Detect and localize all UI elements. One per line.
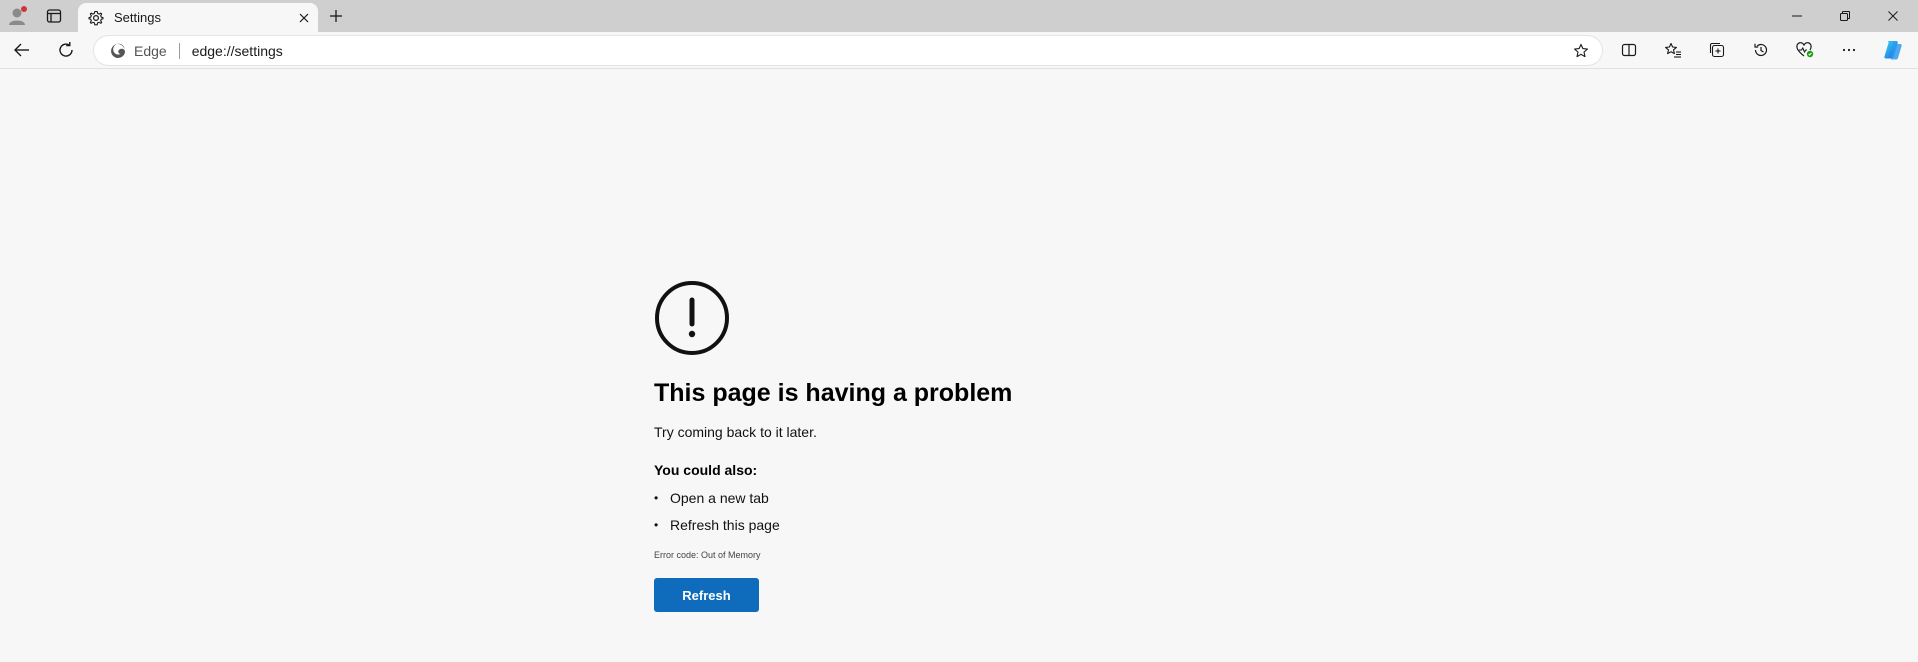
- settings-and-more-button[interactable]: [1832, 35, 1866, 65]
- collections-button[interactable]: [1700, 35, 1734, 65]
- tab-strip: Settings: [0, 0, 1918, 32]
- arrow-left-icon: [14, 43, 29, 57]
- favorites-list-icon: [1665, 42, 1681, 58]
- suggestions-heading: You could also:: [654, 462, 758, 478]
- error-subtitle: Try coming back to it later.: [654, 424, 817, 440]
- address-bar[interactable]: Edge edge://settings: [94, 36, 1602, 65]
- reload-button[interactable]: [49, 35, 83, 65]
- site-identity-label: Edge: [134, 42, 167, 59]
- split-screen-button[interactable]: [1612, 35, 1646, 65]
- history-icon: [1754, 43, 1768, 57]
- address-url[interactable]: edge://settings: [192, 43, 283, 59]
- copilot-icon: [1884, 41, 1902, 60]
- close-icon: [1888, 11, 1898, 21]
- refresh-button[interactable]: Refresh: [654, 578, 759, 612]
- performance-button[interactable]: [1788, 35, 1822, 65]
- window-close-button[interactable]: [1868, 0, 1918, 32]
- star-icon: [1574, 43, 1588, 58]
- restore-button[interactable]: [1820, 0, 1870, 32]
- error-panel: This page is having a problem Try coming…: [654, 280, 1154, 612]
- suggestion-open-new-tab: Open a new tab: [654, 488, 1154, 515]
- split-screen-icon: [1621, 43, 1637, 57]
- tab-actions-button[interactable]: [36, 1, 72, 31]
- collections-icon: [1709, 42, 1725, 58]
- minimize-icon: [1792, 15, 1802, 17]
- gear-icon: [88, 10, 104, 25]
- error-title: This page is having a problem: [654, 379, 1013, 407]
- tab-close-button[interactable]: [290, 6, 318, 30]
- back-button[interactable]: [5, 35, 39, 65]
- restore-icon: [1840, 11, 1850, 21]
- exclamation-circle-icon: [655, 281, 729, 355]
- profile-icon: [9, 6, 27, 25]
- toolbar: Edge edge://settings: [0, 32, 1918, 69]
- edge-logo-icon: [111, 43, 125, 58]
- heart-pulse-icon: [1796, 42, 1814, 58]
- copilot-button[interactable]: [1876, 35, 1910, 65]
- tab-settings[interactable]: Settings: [78, 3, 318, 32]
- profile-button[interactable]: [0, 1, 36, 31]
- more-horizontal-icon: [1842, 48, 1856, 52]
- tab-actions-icon: [46, 9, 62, 23]
- minimize-button[interactable]: [1772, 0, 1822, 32]
- close-icon: [299, 13, 309, 22]
- plus-icon: [330, 10, 342, 22]
- history-button[interactable]: [1744, 35, 1778, 65]
- reload-icon: [59, 42, 73, 57]
- tab-title: Settings: [114, 10, 161, 25]
- address-separator: [178, 42, 180, 59]
- new-tab-button[interactable]: [320, 1, 352, 31]
- suggestion-refresh-page: Refresh this page: [654, 515, 1154, 542]
- favorites-button[interactable]: [1656, 35, 1690, 65]
- error-code: Error code: Out of Memory: [654, 550, 761, 560]
- favorite-button[interactable]: [1570, 40, 1592, 62]
- suggestions-list: Open a new tab Refresh this page: [654, 488, 1154, 542]
